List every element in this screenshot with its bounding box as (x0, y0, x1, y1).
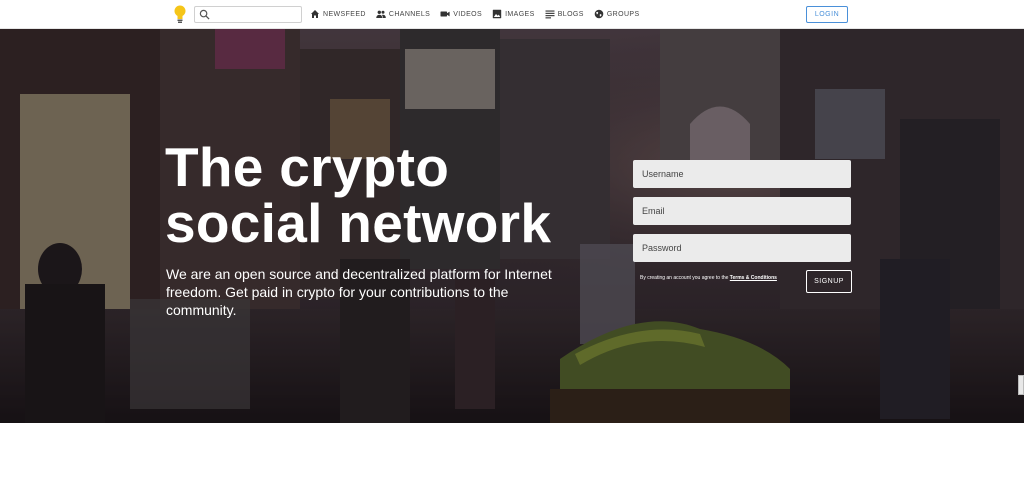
hero-headline: The crypto social network (165, 139, 595, 251)
nav-label-videos: VIDEOS (453, 10, 483, 18)
lightbulb-logo-icon[interactable] (172, 4, 188, 24)
top-navigation-bar: NEWSFEED CHANNELS VIDEOS IMAGES BLOGS GR… (0, 0, 1024, 29)
login-button[interactable]: LOGIN (806, 6, 848, 23)
home-icon (311, 10, 319, 18)
search-box[interactable] (194, 6, 302, 23)
nav-item-newsfeed[interactable]: NEWSFEED (310, 9, 366, 19)
scrollbar-handle[interactable] (1018, 375, 1024, 395)
nav-item-videos[interactable]: VIDEOS (440, 9, 482, 19)
hero-section: The crypto social network We are an open… (0, 29, 1024, 423)
search-input[interactable] (212, 8, 300, 21)
globe-icon (594, 9, 604, 19)
password-field[interactable] (633, 234, 851, 262)
nav-label-groups: GROUPS (606, 10, 640, 18)
nav-label-newsfeed: NEWSFEED (323, 10, 366, 18)
people-icon (376, 10, 386, 18)
nav-label-images: IMAGES (505, 10, 535, 18)
terms-and-conditions-link[interactable]: Terms & Conditions (730, 275, 777, 281)
hero-subtitle: We are an open source and decentralized … (166, 266, 552, 318)
signup-button[interactable]: SIGNUP (806, 270, 852, 293)
nav-item-blogs[interactable]: BLOGS (545, 9, 584, 19)
email-field[interactable] (633, 197, 851, 225)
nav-label-blogs: BLOGS (557, 10, 584, 18)
blog-lines-icon (545, 10, 555, 19)
nav-item-groups[interactable]: GROUPS (594, 9, 640, 19)
terms-prefix-text: By creating an account you agree to the (640, 275, 730, 281)
video-camera-icon (440, 11, 450, 17)
terms-notice: By creating an account you agree to the … (640, 275, 790, 282)
search-icon (199, 9, 210, 20)
main-nav: NEWSFEED CHANNELS VIDEOS IMAGES BLOGS GR… (310, 9, 640, 19)
nav-label-channels: CHANNELS (388, 10, 431, 18)
username-field[interactable] (633, 160, 851, 188)
image-icon (492, 9, 502, 19)
nav-item-images[interactable]: IMAGES (492, 9, 535, 19)
nav-item-channels[interactable]: CHANNELS (376, 9, 430, 19)
hero-headline-line-1: The crypto (165, 136, 450, 198)
hero-headline-line-2: social network (165, 192, 552, 254)
